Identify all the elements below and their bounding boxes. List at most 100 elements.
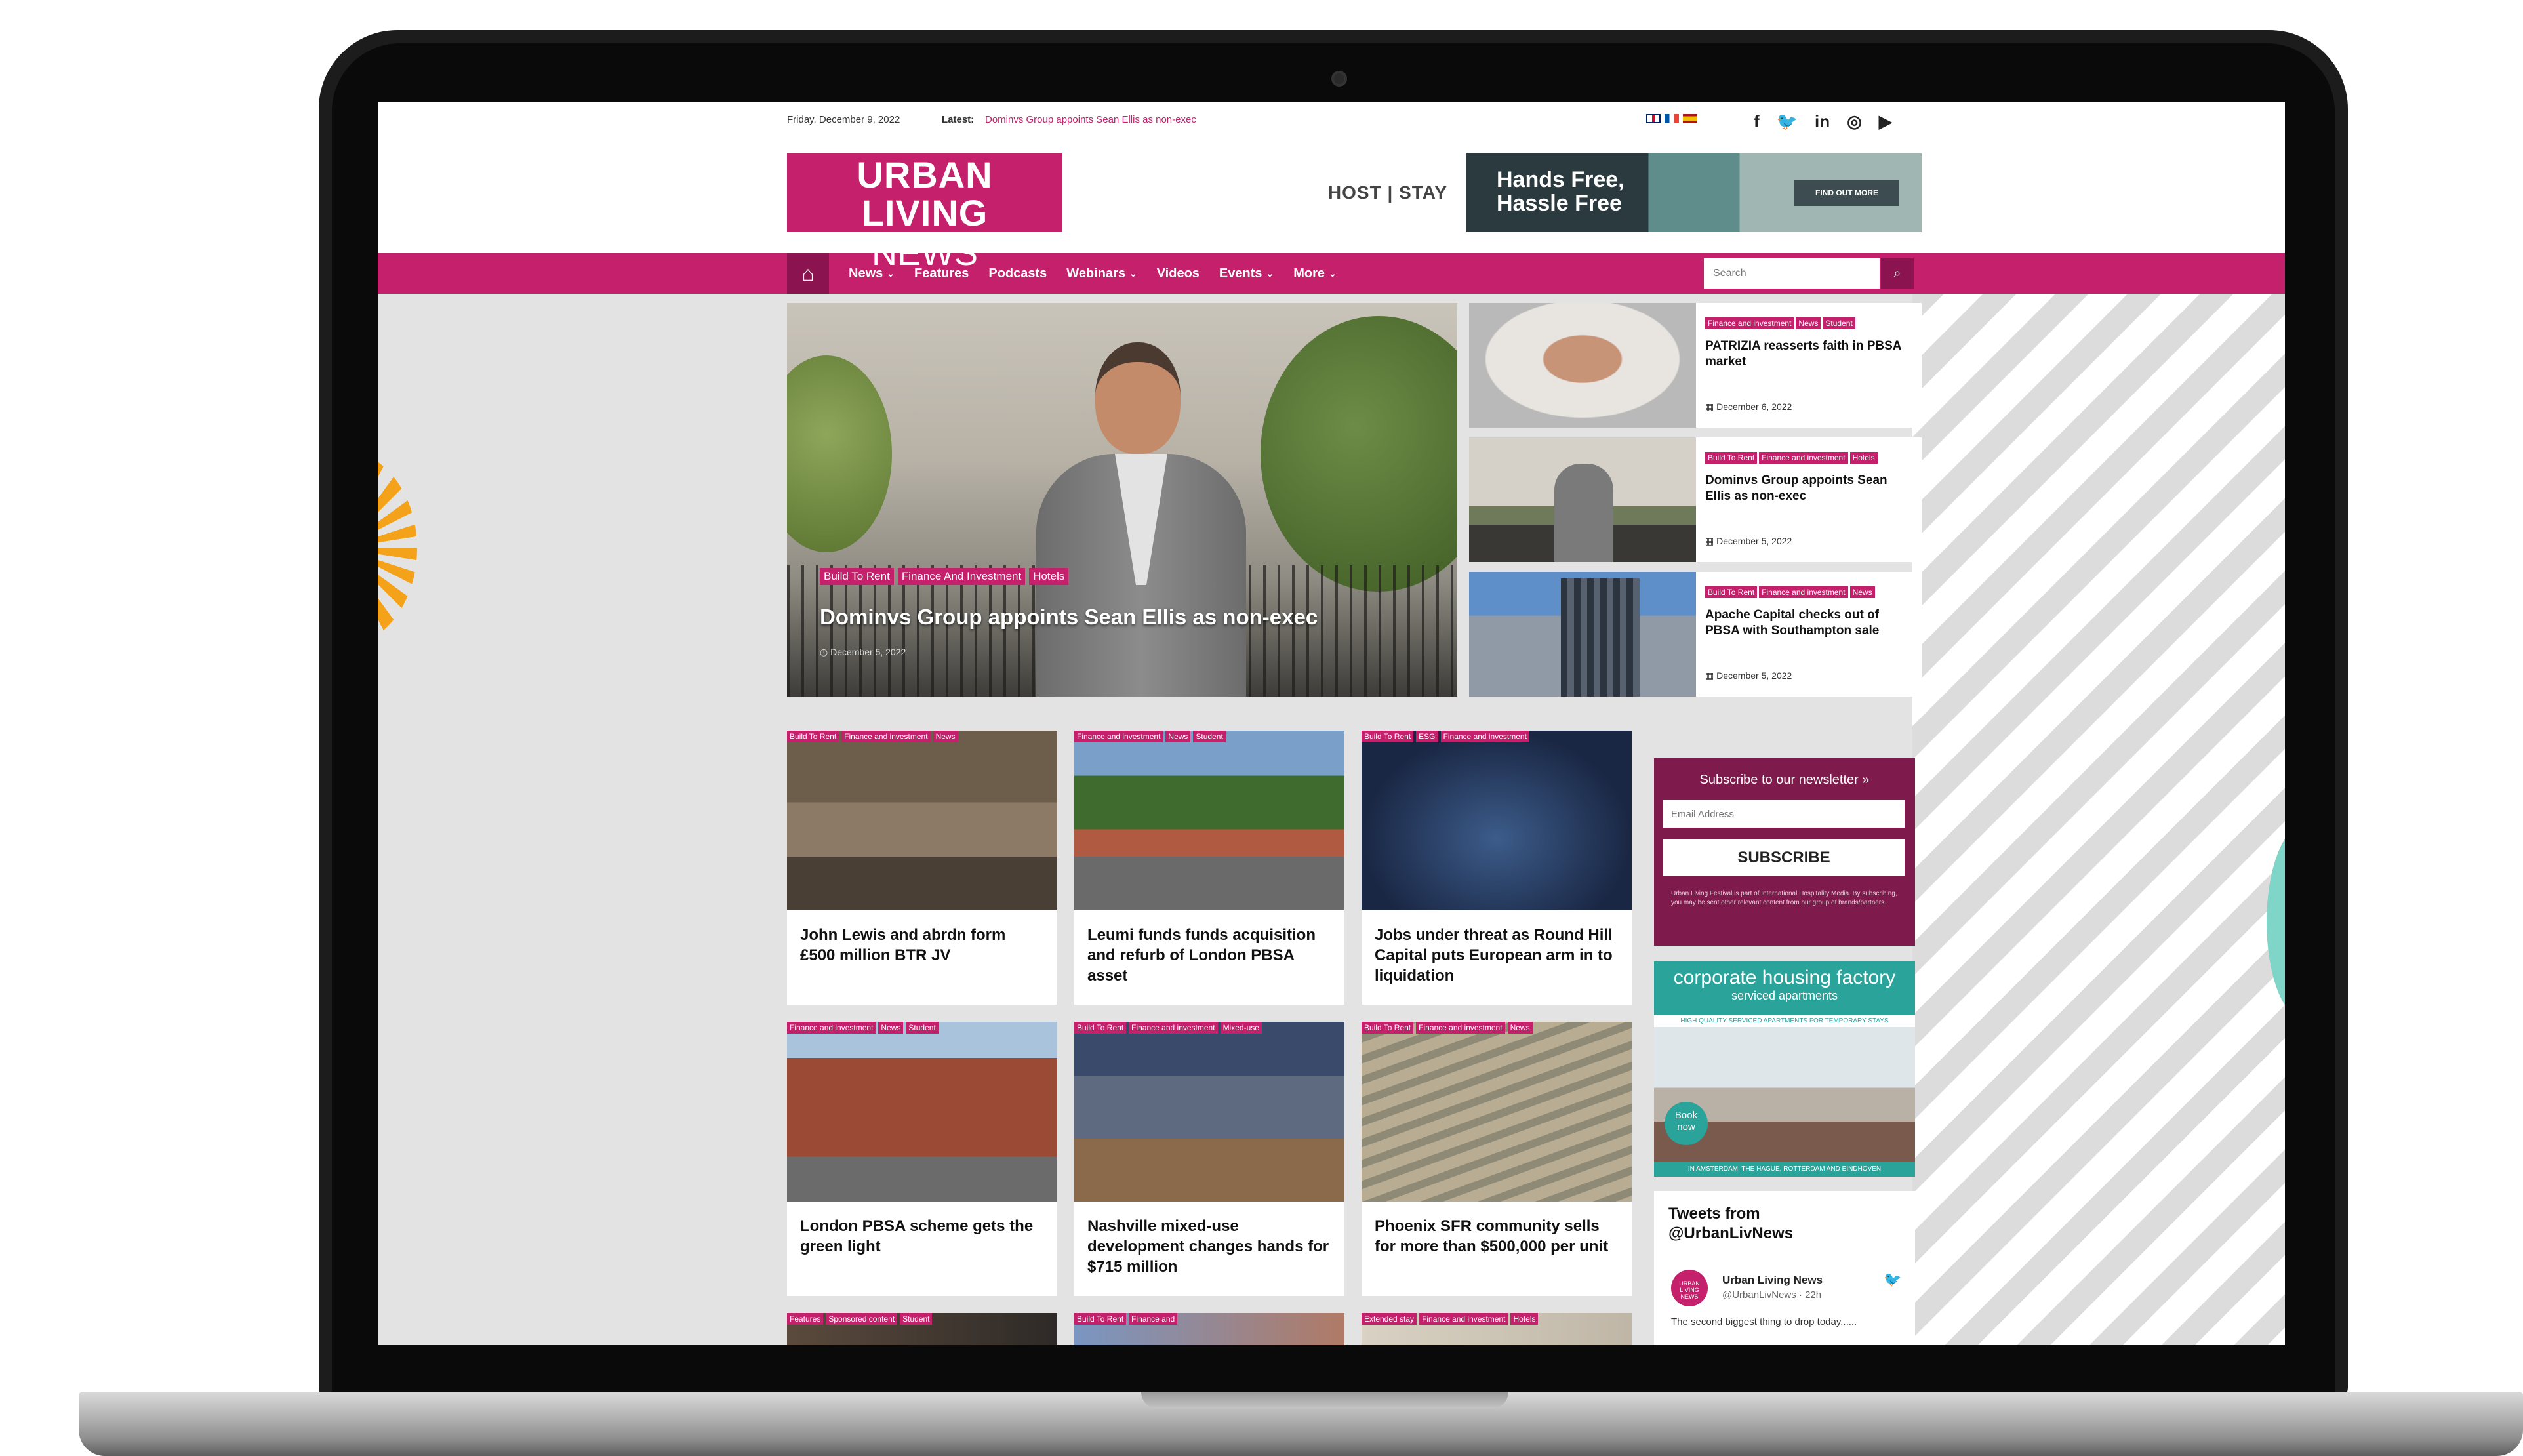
category-tag[interactable]: Mixed-use [1220, 1022, 1262, 1034]
subscribe-button[interactable]: SUBSCRIBE [1663, 839, 1905, 876]
facebook-icon[interactable]: f [1754, 111, 1760, 132]
article-card-title[interactable]: John Lewis and abrdn form £500 million B… [800, 925, 1043, 965]
youtube-icon[interactable]: ▶ [1879, 111, 1892, 132]
category-tag[interactable]: News [1165, 731, 1191, 742]
category-tag[interactable]: Finance and investment [1419, 1313, 1508, 1325]
category-tag[interactable]: Finance and investment [1440, 731, 1529, 742]
category-tag[interactable]: News [878, 1022, 904, 1034]
twitter-icon[interactable]: 🐦 [1777, 111, 1798, 132]
article-card-title[interactable]: London PBSA scheme gets the green light [800, 1216, 1043, 1257]
category-tag[interactable]: Finance and investment [1759, 452, 1848, 464]
category-tag[interactable]: News [933, 731, 958, 742]
category-tag[interactable]: ESG [1416, 731, 1438, 742]
search-icon[interactable]: ⌕ [1881, 258, 1914, 289]
category-tag[interactable]: Student [906, 1022, 939, 1034]
article-card[interactable]: Finance and investment News Student Leum… [1074, 731, 1344, 1005]
article-card[interactable]: Build To Rent Finance and investment Mix… [1074, 1022, 1344, 1296]
article-card-tags: Build To Rent Finance and investment New… [1362, 1022, 1632, 1034]
side-post[interactable]: Finance and investment News Student PATR… [1469, 303, 1922, 428]
category-tag[interactable]: Finance And Investment [897, 568, 1026, 585]
category-tag[interactable]: Hotels [1029, 568, 1069, 585]
category-tag[interactable]: Student [1193, 731, 1226, 742]
nav-item-videos[interactable]: Videos [1157, 266, 1200, 281]
hero-date-text: December 5, 2022 [830, 647, 906, 657]
category-tag[interactable]: Finance and investment [1416, 1022, 1505, 1034]
side-post-title[interactable]: Dominvs Group appoints Sean Ellis as non… [1705, 473, 1915, 504]
instagram-icon[interactable]: ◎ [1847, 111, 1862, 132]
search-input[interactable] [1704, 258, 1880, 289]
category-tag[interactable]: Sponsored content [826, 1313, 898, 1325]
category-tag[interactable]: Hotels [1849, 452, 1878, 464]
sidebar-ad-subtitle: serviced apartments [1731, 989, 1838, 1002]
side-post-title[interactable]: Apache Capital checks out of PBSA with S… [1705, 607, 1915, 639]
category-tag[interactable]: Build To Rent [1362, 731, 1414, 742]
nav-item-more[interactable]: More ⌄ [1293, 266, 1337, 281]
category-tag[interactable]: News [1507, 1022, 1533, 1034]
category-tag[interactable]: Finance and investment [1705, 317, 1794, 329]
category-tag[interactable]: Build To Rent [787, 731, 839, 742]
banner-headline: Hands Free, Hassle Free [1497, 168, 1625, 215]
article-card[interactable]: Build To Rent Finance and investment New… [1362, 1022, 1632, 1296]
category-tag[interactable]: News [1849, 586, 1875, 598]
category-tag[interactable]: Build To Rent [820, 568, 894, 585]
article-card[interactable]: Features Sponsored content Student [787, 1313, 1057, 1345]
category-tag[interactable]: Finance and investment [1759, 586, 1848, 598]
book-now-line-1: Book [1674, 1110, 1698, 1121]
category-tag[interactable]: Student [1823, 317, 1855, 329]
uk-flag-icon[interactable] [1646, 114, 1661, 123]
latest-news-link[interactable]: Dominvs Group appoints Sean Ellis as non… [985, 114, 1196, 125]
side-post-date: ▦ December 6, 2022 [1705, 401, 1792, 412]
article-card[interactable]: Finance and investment News Student Lond… [787, 1022, 1057, 1296]
article-card[interactable]: Extended stay Finance and investment Hot… [1362, 1313, 1632, 1345]
article-card-title[interactable]: Leumi funds funds acquisition and refurb… [1087, 925, 1330, 986]
article-card-tags: Extended stay Finance and investment Hot… [1362, 1313, 1632, 1325]
twitter-widget-title[interactable]: Tweets from @UrbanLivNews [1668, 1204, 1865, 1244]
article-card[interactable]: Build To Rent Finance and investment New… [787, 731, 1057, 1005]
sidebar-ad[interactable]: corporate housing factory serviced apart… [1654, 961, 1915, 1177]
nav-item-events[interactable]: Events ⌄ [1219, 266, 1274, 281]
category-tag[interactable]: Build To Rent [1074, 1313, 1127, 1325]
hero-title[interactable]: Dominvs Group appoints Sean Ellis as non… [820, 605, 1318, 630]
side-post-date: ▦ December 5, 2022 [1705, 536, 1792, 546]
side-post-title[interactable]: PATRIZIA reasserts faith in PBSA market [1705, 338, 1915, 370]
category-tag[interactable]: Features [787, 1313, 824, 1325]
category-tag[interactable]: Hotels [1510, 1313, 1539, 1325]
category-tag[interactable]: Student [900, 1313, 933, 1325]
book-now-line-2: now [1677, 1122, 1695, 1133]
tweet-author-name[interactable]: Urban Living News [1722, 1274, 1823, 1287]
category-tag[interactable]: Extended stay [1362, 1313, 1417, 1325]
side-post-image [1469, 572, 1696, 697]
nav-item-webinars[interactable]: Webinars ⌄ [1066, 266, 1137, 281]
category-tag[interactable]: News [1796, 317, 1821, 329]
category-tag[interactable]: Build To Rent [1362, 1022, 1414, 1034]
book-now-badge[interactable]: Book now [1665, 1102, 1708, 1145]
article-card[interactable]: Build To Rent ESG Finance and investment… [1362, 731, 1632, 1005]
category-tag[interactable]: Finance and investment [787, 1022, 876, 1034]
category-tag[interactable]: Build To Rent [1074, 1022, 1127, 1034]
banner-cta-button[interactable]: FIND OUT MORE [1794, 180, 1899, 206]
article-card-title[interactable]: Nashville mixed-use development changes … [1087, 1216, 1330, 1277]
article-card-tags: Finance and investment News Student [1074, 731, 1344, 742]
twitter-bird-icon[interactable]: 🐦 [1884, 1271, 1901, 1288]
france-flag-icon[interactable] [1665, 114, 1679, 123]
article-card-title[interactable]: Phoenix SFR community sells for more tha… [1375, 1216, 1617, 1257]
article-card-title[interactable]: Jobs under threat as Round Hill Capital … [1375, 925, 1617, 986]
spain-flag-icon[interactable] [1683, 114, 1697, 123]
category-tag[interactable]: Build To Rent [1705, 452, 1758, 464]
category-tag[interactable]: Build To Rent [1705, 586, 1758, 598]
article-card[interactable]: Build To Rent Finance and [1074, 1313, 1344, 1345]
category-tag[interactable]: Finance and [1129, 1313, 1178, 1325]
hero-post[interactable]: Build To Rent Finance And Investment Hot… [787, 303, 1457, 697]
linkedin-icon[interactable]: in [1815, 111, 1830, 132]
category-tag[interactable]: Finance and investment [841, 731, 931, 742]
site-logo[interactable]: URBAN LIVING NEWS [787, 153, 1062, 272]
avatar[interactable]: URBAN LIVING NEWS [1671, 1270, 1708, 1306]
category-tag[interactable]: Finance and investment [1074, 731, 1163, 742]
header-ad-banner[interactable]: HOST | STAY Hands Free, Hassle Free FIND… [1309, 153, 1922, 232]
email-field[interactable] [1663, 800, 1905, 828]
side-post[interactable]: Build To Rent Finance and investment Hot… [1469, 437, 1922, 562]
category-tag[interactable]: Finance and investment [1129, 1022, 1218, 1034]
side-post[interactable]: Build To Rent Finance and investment New… [1469, 572, 1922, 697]
tweet-author-handle[interactable]: @UrbanLivNews · 22h [1722, 1289, 1821, 1301]
newsletter-title[interactable]: Subscribe to our newsletter » [1654, 773, 1915, 788]
